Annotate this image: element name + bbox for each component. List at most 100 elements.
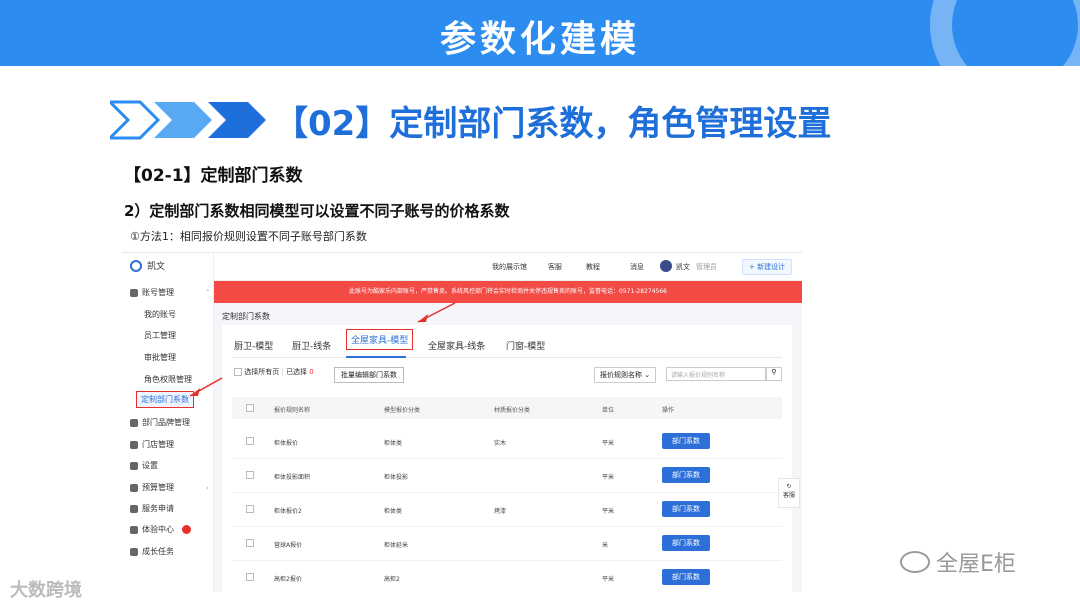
floating-support-button[interactable]: ↻ 客服 <box>778 478 800 508</box>
table-header: 报价规则名称 模型报价分类 材质报价分类 单位 操作 <box>232 397 782 419</box>
gear-icon <box>130 461 138 470</box>
tab-furniture-model[interactable]: 全屋家具-模型 <box>346 329 414 350</box>
table-row: 柜体投影面积 柜体投影 平米 部门系数 <box>232 459 782 493</box>
avatar[interactable] <box>660 260 672 272</box>
table-cell: 柜体类 <box>384 440 403 447</box>
dept-coef-button[interactable]: 部门系数 <box>662 501 710 517</box>
sidebar-item-dept-brand[interactable]: 部门品牌管理 <box>130 417 190 428</box>
brand-name: 凯文 <box>147 262 166 272</box>
tab-kitchen-model[interactable]: 厨卫-模型 <box>234 339 273 352</box>
wechat-icon <box>900 551 930 573</box>
sidebar-child-staff[interactable]: 员工管理 <box>144 330 176 341</box>
row-checkbox[interactable] <box>246 471 254 479</box>
table-cell: 平米 <box>602 508 615 515</box>
chevron-arrows-icon <box>110 100 266 140</box>
table-cell: 柜体投影面积 <box>274 474 311 481</box>
watermark-right: 全屋E柜 <box>900 546 1016 578</box>
search-input[interactable]: 请输入报价规则名称 <box>666 367 766 381</box>
tab-kitchen-line[interactable]: 厨卫-线条 <box>292 339 331 352</box>
column-header: 操作 <box>662 407 675 414</box>
table-cell: 高柜2 <box>384 576 400 583</box>
dept-coef-button[interactable]: 部门系数 <box>662 535 710 551</box>
dept-coef-button[interactable]: 部门系数 <box>662 467 710 483</box>
nav-showroom[interactable]: 我的展示馆 <box>492 262 527 272</box>
nav-messages[interactable]: 消息 <box>630 262 644 272</box>
tab-furniture-line[interactable]: 全屋家具-线条 <box>428 339 485 352</box>
sidebar-item-label: 部门品牌管理 <box>142 418 190 427</box>
batch-edit-button[interactable]: 批量编辑部门系数 <box>334 367 404 383</box>
brand-logo-icon <box>130 259 142 272</box>
sidebar-item-label: 预算管理 <box>142 483 174 492</box>
sidebar-item-stores[interactable]: 门店管理 <box>130 439 174 450</box>
select-all-row[interactable]: 选择所有页 | 已选择 0 <box>234 367 314 377</box>
selected-label: 已选择 <box>286 368 308 376</box>
row-checkbox[interactable] <box>246 505 254 513</box>
table-cell: 柜体投影 <box>384 474 409 481</box>
sidebar-item-service[interactable]: 服务申请 <box>130 503 174 514</box>
nav-support[interactable]: 客服 <box>548 262 562 272</box>
sidebar-child-roles[interactable]: 角色权限管理 <box>144 374 192 385</box>
content-panel: 厨卫-模型 厨卫-线条 全屋家具-模型 全屋家具-线条 门窗-模型 选择所有页 … <box>222 325 792 592</box>
brand-row[interactable]: 凯文 <box>130 259 165 272</box>
rule-name-select[interactable]: 报价规则名称 ⌄ <box>594 367 657 383</box>
user-name[interactable]: 凯文 <box>676 262 690 272</box>
table-row: 营球A报价 柜体延米 米 部门系数 <box>232 527 782 561</box>
service-icon <box>130 504 138 513</box>
store-icon <box>130 440 138 449</box>
table-cell: 平米 <box>602 440 615 447</box>
table-cell: 高柜2报价 <box>274 576 302 583</box>
page-title: 定制部门系数 <box>222 312 270 321</box>
dept-coef-button[interactable]: 部门系数 <box>662 433 710 449</box>
table-row: 柜体报价2 柜体类 烤漆 平米 部门系数 <box>232 493 782 527</box>
column-header: 材质报价分类 <box>494 407 531 414</box>
watermark-left: 大数跨境 <box>10 580 82 601</box>
sidebar-item-label: 服务申请 <box>142 504 174 513</box>
sidebar-item-experience[interactable]: 体验中心 <box>130 524 191 535</box>
notification-badge <box>182 525 191 534</box>
alert-banner: 此账号为酷家乐内部账号，严禁售卖。系统风控部门将会实时检测并关停违规售卖的账号，… <box>214 281 802 303</box>
nav-tutorial[interactable]: 教程 <box>586 262 600 272</box>
table-cell: 米 <box>602 542 609 549</box>
sidebar-item-label: 成长任务 <box>142 547 174 556</box>
topbar: 我的展示馆 客服 教程 消息 凯文 管理员 + 新建设计 <box>214 253 802 281</box>
active-tab-indicator <box>346 356 406 358</box>
app-screenshot: 凯文 账号管理 ˄ 我的账号 员工管理 审批管理 角色权限管理 定制部门系数 部… <box>122 252 802 592</box>
table-cell: 平米 <box>602 576 615 583</box>
sidebar-item-label: 账号管理 <box>142 288 174 297</box>
chevron-up-icon: ˄ <box>206 288 210 297</box>
banner-title: 参数化建模 <box>439 19 640 60</box>
row-checkbox[interactable] <box>246 437 254 445</box>
row-checkbox[interactable] <box>246 539 254 547</box>
sidebar-child-approval[interactable]: 审批管理 <box>144 352 176 363</box>
row-checkbox[interactable] <box>246 573 254 581</box>
user-role-tag: 管理员 <box>696 263 717 271</box>
tab-door-window-model[interactable]: 门窗-模型 <box>506 339 545 352</box>
sidebar-child-my-account[interactable]: 我的账号 <box>144 309 176 320</box>
sidebar-child-dept-coef[interactable]: 定制部门系数 <box>136 391 194 408</box>
header-checkbox[interactable] <box>246 404 254 412</box>
building-icon <box>130 418 138 427</box>
chevron-down-icon: ⌄ <box>644 371 651 379</box>
wallet-icon <box>130 483 138 492</box>
new-design-button[interactable]: + 新建设计 <box>742 259 793 275</box>
dept-coef-button[interactable]: 部门系数 <box>662 569 710 585</box>
task-icon <box>130 547 138 556</box>
sidebar-item-budget[interactable]: 预算管理 › <box>130 482 209 493</box>
table-cell: 柜体延米 <box>384 542 409 549</box>
sidebar-item-growth[interactable]: 成长任务 <box>130 546 174 557</box>
selected-count: 0 <box>309 368 314 376</box>
chevron-right-icon: › <box>206 483 209 492</box>
column-header: 单位 <box>602 407 615 414</box>
column-header: 报价规则名称 <box>274 407 311 414</box>
search-icon[interactable]: ⚲ <box>766 367 782 381</box>
sidebar-item-account[interactable]: 账号管理 ˄ <box>130 287 210 298</box>
watermark-right-label: 全屋E柜 <box>936 552 1016 577</box>
select-all-checkbox[interactable] <box>234 368 242 376</box>
table-cell: 实木 <box>494 440 507 447</box>
sidebar-item-label: 门店管理 <box>142 440 174 449</box>
table-cell: 烤漆 <box>494 508 507 515</box>
table-cell: 营球A报价 <box>274 542 303 549</box>
sidebar-item-settings[interactable]: 设置 <box>130 460 158 471</box>
column-header: 模型报价分类 <box>384 407 421 414</box>
select-all-label: 选择所有页 <box>244 368 280 376</box>
